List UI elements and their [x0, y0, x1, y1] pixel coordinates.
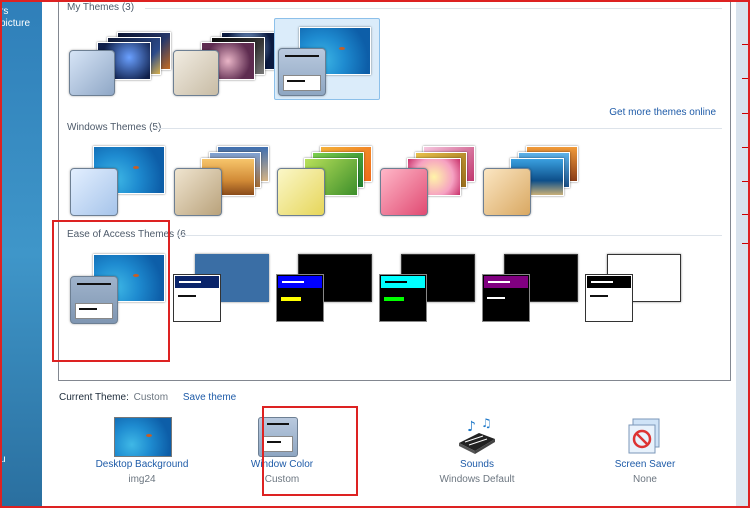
svg-text:♪: ♪	[467, 419, 476, 435]
save-theme-link[interactable]: Save theme	[183, 392, 236, 403]
group-title-ease-of-access: Ease of Access Themes (6	[67, 229, 186, 240]
sounds-setting[interactable]: ♪ ♫ Sounds Windows Default	[397, 415, 557, 490]
setting-name[interactable]: Sounds	[397, 459, 557, 470]
setting-name[interactable]: Desktop Background	[62, 459, 222, 470]
left-nav-item[interactable]: rs	[0, 6, 8, 17]
left-nav-item[interactable]: picture	[0, 18, 30, 29]
theme-tile[interactable]	[480, 140, 584, 220]
theme-tile[interactable]	[67, 250, 171, 330]
screen-saver-setting[interactable]: Screen Saver None	[565, 415, 725, 490]
theme-gallery[interactable]: My Themes (3) Get more themes online Win…	[58, 0, 731, 381]
theme-tile[interactable]	[171, 140, 275, 220]
group-title-my-themes: My Themes (3)	[67, 2, 135, 13]
group-title-windows-themes: Windows Themes (5)	[67, 122, 162, 133]
desktop-background-setting[interactable]: Desktop Background img24	[62, 415, 222, 490]
svg-text:♫: ♫	[481, 417, 492, 430]
theme-tile[interactable]	[377, 250, 481, 330]
theme-tile[interactable]	[583, 250, 687, 330]
setting-value: img24	[128, 474, 156, 485]
setting-value: Custom	[264, 474, 300, 485]
setting-value: None	[633, 474, 657, 485]
setting-value: Windows Default	[439, 474, 515, 485]
current-theme-value: Custom	[133, 392, 169, 403]
current-theme-row: Current Theme: Custom Save theme	[59, 392, 236, 403]
sounds-icon: ♪ ♫	[455, 416, 499, 455]
get-more-themes-link[interactable]: Get more themes online	[609, 107, 716, 118]
setting-name[interactable]: Window Color	[202, 459, 362, 470]
theme-tile[interactable]	[480, 250, 584, 330]
theme-tile[interactable]	[171, 250, 275, 330]
left-nav-item[interactable]: u	[0, 454, 6, 465]
theme-tile[interactable]	[377, 140, 481, 220]
theme-tile[interactable]	[67, 20, 171, 100]
window-color-icon	[258, 417, 298, 457]
setting-name[interactable]: Screen Saver	[565, 459, 725, 470]
theme-tile[interactable]	[67, 140, 171, 220]
desktop-background-icon	[114, 417, 172, 457]
theme-tile[interactable]	[274, 140, 378, 220]
personalization-main: My Themes (3) Get more themes online Win…	[42, 0, 736, 508]
window-color-setting[interactable]: Window Color Custom	[202, 415, 362, 490]
screen-saver-icon	[627, 417, 663, 455]
left-navigation-pane: rs picture u	[0, 0, 42, 508]
current-theme-label: Current Theme:	[59, 392, 129, 403]
theme-tile[interactable]	[274, 250, 378, 330]
right-edge-strip	[735, 0, 750, 508]
theme-tile-selected[interactable]	[274, 18, 380, 100]
theme-tile[interactable]	[171, 20, 275, 100]
